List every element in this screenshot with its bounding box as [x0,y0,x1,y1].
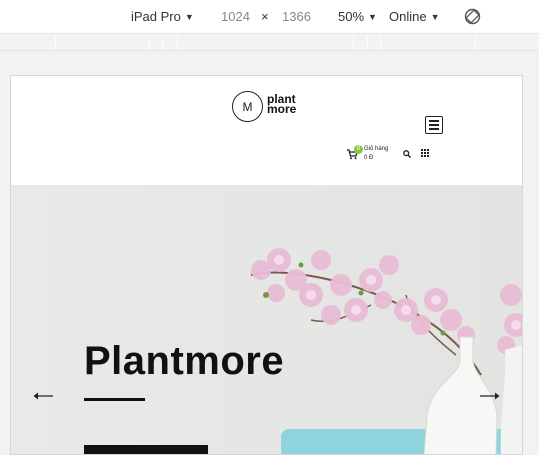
cart-count-badge: 0 [354,145,363,154]
zoom-value: 50% [338,9,365,24]
logo-mark-letter: M [242,99,253,114]
logo-line-2: more [267,102,297,116]
cart-summary[interactable]: Giỏ hàng 0 Đ [364,145,388,163]
cart-label: Giỏ hàng [364,146,389,152]
network-value: Online [389,9,427,24]
chevron-down-icon: ▼ [368,12,377,22]
network-throttle-select[interactable]: Online ▼ [389,9,440,24]
cart-total: 0 Đ [364,155,374,161]
emulated-viewport: M plant more 0 Giỏ hàng 0 Đ Plantmore [10,75,523,455]
chevron-down-icon: ▼ [430,12,440,22]
chevron-down-icon: ▼ [184,12,194,22]
hero-image [11,185,522,454]
media-query-ruler [0,33,539,51]
hero-title: Plantmore [84,339,285,383]
hero-cta-button[interactable] [84,445,208,454]
hamburger-menu-button[interactable] [425,116,443,134]
dimension-separator: × [261,9,269,24]
hero-slider: Plantmore [11,185,522,454]
logo-text[interactable]: plant more [267,93,297,116]
zoom-select[interactable]: 50% ▼ [338,9,377,24]
viewport-height-input[interactable]: 1366 [282,9,311,24]
logo-mark[interactable]: M [232,91,263,122]
site-header: M plant more 0 Giỏ hàng 0 Đ [11,76,522,185]
search-icon[interactable] [403,150,411,158]
rotate-icon[interactable] [464,8,481,25]
viewport-width-input[interactable]: 1024 [221,9,250,24]
arrow-left-icon[interactable] [32,391,54,401]
grid-menu-icon[interactable] [421,149,430,158]
hero-divider [84,398,145,401]
devtools-device-toolbar: iPad Pro ▼ 1024 × 1366 50% ▼ Online ▼ [0,0,539,33]
device-name: iPad Pro [131,9,181,24]
arrow-right-icon[interactable] [479,391,501,401]
device-select[interactable]: iPad Pro ▼ [131,9,194,24]
